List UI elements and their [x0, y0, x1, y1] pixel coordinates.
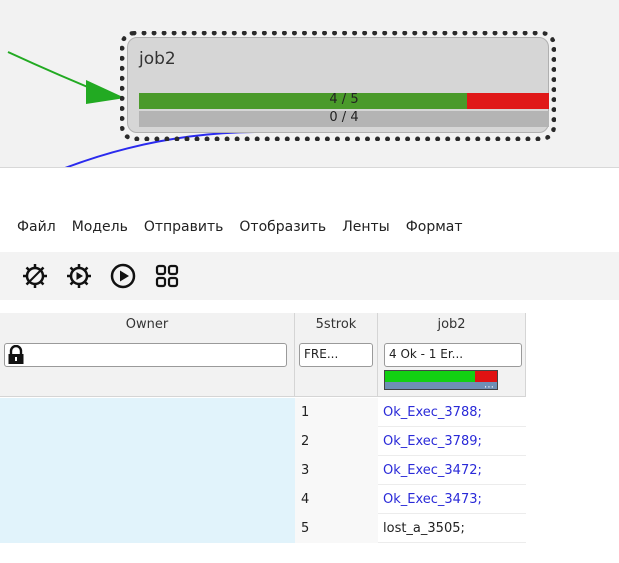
job2-progress-more-icon: ⋯ [484, 382, 495, 393]
job2-filter[interactable]: 4 Ok - 1 Er... [384, 343, 522, 367]
lock-icon [7, 344, 25, 366]
5strok-filter[interactable]: FRE... [299, 343, 373, 367]
menu-model[interactable]: Модель [64, 219, 136, 235]
row-number: 4 [295, 485, 378, 514]
row-number: 2 [295, 427, 378, 456]
table-row[interactable]: 1 Ok_Exec_3788; [0, 398, 526, 427]
column-title-job2: job2 [437, 317, 466, 332]
jobs-table: Owner 5strok FRE... job2 4 Ok - 1 Er... … [0, 313, 619, 563]
column-header-job2[interactable]: job2 4 Ok - 1 Er... ⋯ [378, 313, 526, 397]
gear-play-icon[interactable] [62, 259, 96, 293]
job-status-cell[interactable]: Ok_Exec_3788; [378, 398, 526, 427]
job-node[interactable]: job2 4 / 5 0 / 4 [120, 31, 556, 141]
job-status-cell[interactable]: Ok_Exec_3789; [378, 427, 526, 456]
owner-cell [0, 514, 295, 543]
node-progress-ok-label: 4 / 5 [329, 92, 359, 107]
gear-outline-icon[interactable] [18, 259, 52, 293]
row-number: 3 [295, 456, 378, 485]
menu-tapes[interactable]: Ленты [334, 219, 398, 235]
column-header-owner[interactable]: Owner [0, 313, 295, 397]
table-row[interactable]: 5 lost_a_3505; [0, 514, 526, 543]
table-row[interactable]: 2 Ok_Exec_3789; [0, 427, 526, 456]
node-body: job2 4 / 5 0 / 4 [127, 37, 549, 133]
table-row[interactable]: 4 Ok_Exec_3473; [0, 485, 526, 514]
play-icon[interactable] [106, 259, 140, 293]
row-number: 1 [295, 398, 378, 427]
job-status-cell[interactable]: Ok_Exec_3473; [378, 485, 526, 514]
node-progress-wait-label: 0 / 4 [329, 110, 359, 125]
table-row[interactable]: 3 Ok_Exec_3472; [0, 456, 526, 485]
job2-column-progress: ⋯ [384, 370, 498, 393]
menu-display[interactable]: Отобразить [231, 219, 334, 235]
node-progress-ok: 4 / 5 [139, 92, 549, 109]
menu-file[interactable]: Файл [0, 219, 64, 235]
job-status-cell[interactable]: lost_a_3505; [378, 514, 526, 543]
owner-cell [0, 398, 295, 427]
column-title-5strok: 5strok [315, 317, 357, 332]
owner-cell [0, 456, 295, 485]
row-number: 5 [295, 514, 378, 543]
menu-format[interactable]: Формат [398, 219, 471, 235]
node-title: job2 [139, 49, 176, 69]
job-status-cell[interactable]: Ok_Exec_3472; [378, 456, 526, 485]
menu-bar: Файл Модель Отправить Отобразить Ленты Ф… [0, 212, 619, 242]
grid-icon[interactable] [150, 259, 184, 293]
job2-progress-wait-fill [385, 382, 497, 389]
owner-cell [0, 485, 295, 514]
graph-canvas[interactable]: job2 4 / 5 0 / 4 [0, 0, 619, 168]
column-header-5strok[interactable]: 5strok FRE... [295, 313, 378, 397]
job2-progress-ok-fill [385, 371, 475, 382]
owner-filter[interactable] [4, 343, 287, 367]
column-title-owner: Owner [125, 317, 169, 332]
owner-cell [0, 427, 295, 456]
menu-send[interactable]: Отправить [136, 219, 232, 235]
toolbar [0, 252, 619, 300]
job2-progress-error-fill [474, 371, 497, 382]
node-progress-wait: 0 / 4 [139, 110, 549, 127]
